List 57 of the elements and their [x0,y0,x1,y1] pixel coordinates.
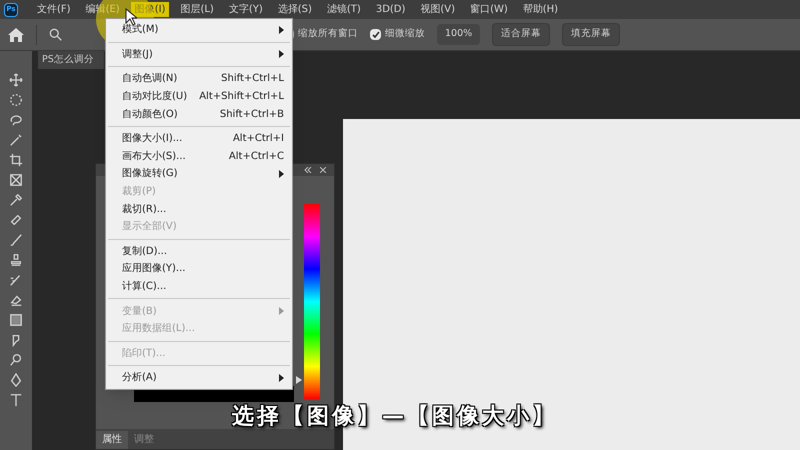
checkbox-label: 细微缩放 [385,27,425,42]
menu-item[interactable]: 自动对比度(U) Alt+Shift+Ctrl+L [106,88,292,106]
menu-item[interactable]: 模式(M) [106,21,292,39]
check-icon [372,30,380,38]
menu-item[interactable]: 调整(J) [106,46,292,64]
menu-item[interactable]: 自动颜色(O) Shift+Ctrl+B [106,105,292,123]
marquee-icon[interactable] [9,93,23,107]
slider-thumb[interactable] [296,376,302,384]
eraser-icon[interactable] [9,293,23,307]
menu-item[interactable]: 分析(A) [106,369,292,387]
close-icon[interactable] [320,167,326,173]
brush-icon[interactable] [9,233,23,247]
menu-item[interactable]: 复制(D)... [106,242,292,260]
menu-item[interactable]: 文件(F) [33,2,75,17]
menu-item[interactable]: 文字(Y) [224,2,267,17]
menu-item[interactable]: 视图(V) [416,2,460,17]
shortcut-label: Shift+Ctrl+L [221,72,284,86]
menu-item[interactable]: 画布大小(S)... Alt+Ctrl+C [106,148,292,166]
menu-item[interactable]: 滤镜(T) [322,2,365,17]
toolbar-button[interactable]: 填充屏幕 [562,23,620,46]
stamp-icon[interactable] [9,253,23,267]
shortcut-label: Alt+Ctrl+C [228,150,284,164]
collapse-icon[interactable] [304,167,312,173]
shortcut-label: Shift+Ctrl+B [220,108,284,122]
menu-item[interactable]: 计算(C)... [106,278,292,296]
video-caption: 选择【图像】—【图像大小】 [232,403,557,431]
menu-item[interactable]: 帮助(H) [518,2,562,17]
menu-item[interactable]: 自动色调(N) Shift+Ctrl+L [106,70,292,88]
magic-wand-icon[interactable] [9,133,23,147]
dodge-icon[interactable] [9,353,23,367]
shortcut-label: Alt+Ctrl+I [232,132,284,146]
search-icon[interactable] [49,28,63,42]
menu-item[interactable]: 图层(L) [176,2,218,17]
menu-item[interactable]: 图像大小(I)... Alt+Ctrl+I [106,130,292,148]
document-tab[interactable]: PS怎么调分 [38,51,104,69]
panel-tab[interactable]: 属性 [96,431,128,449]
crop-icon[interactable] [9,153,23,167]
shortcut-label: Alt+Shift+Ctrl+L [199,90,284,104]
pen-icon[interactable] [9,373,23,387]
menu-item[interactable]: 3D(D) [372,2,410,17]
type-icon[interactable] [9,393,23,407]
menu-item[interactable]: 应用图像(Y)... [106,260,292,278]
history-brush-icon[interactable] [9,273,23,287]
toolbar-button[interactable]: 适合屏幕 [492,23,550,46]
menu-item[interactable]: 窗口(W) [466,2,512,17]
lasso-icon[interactable] [9,113,23,127]
move-icon[interactable] [9,73,23,87]
gradient-icon[interactable] [9,313,23,327]
zoom-field[interactable]: 100% [437,24,480,45]
checkbox[interactable] [370,29,381,40]
menu-item[interactable]: 裁切(R)... [106,200,292,218]
bandage-icon[interactable] [9,213,23,227]
menu-item[interactable]: 图像旋转(G) [106,165,292,183]
frame-icon[interactable] [9,173,23,187]
checkbox-label: 缩放所有窗口 [298,27,358,42]
home-icon[interactable] [8,28,24,42]
menu-item[interactable]: 选择(S) [274,2,316,17]
